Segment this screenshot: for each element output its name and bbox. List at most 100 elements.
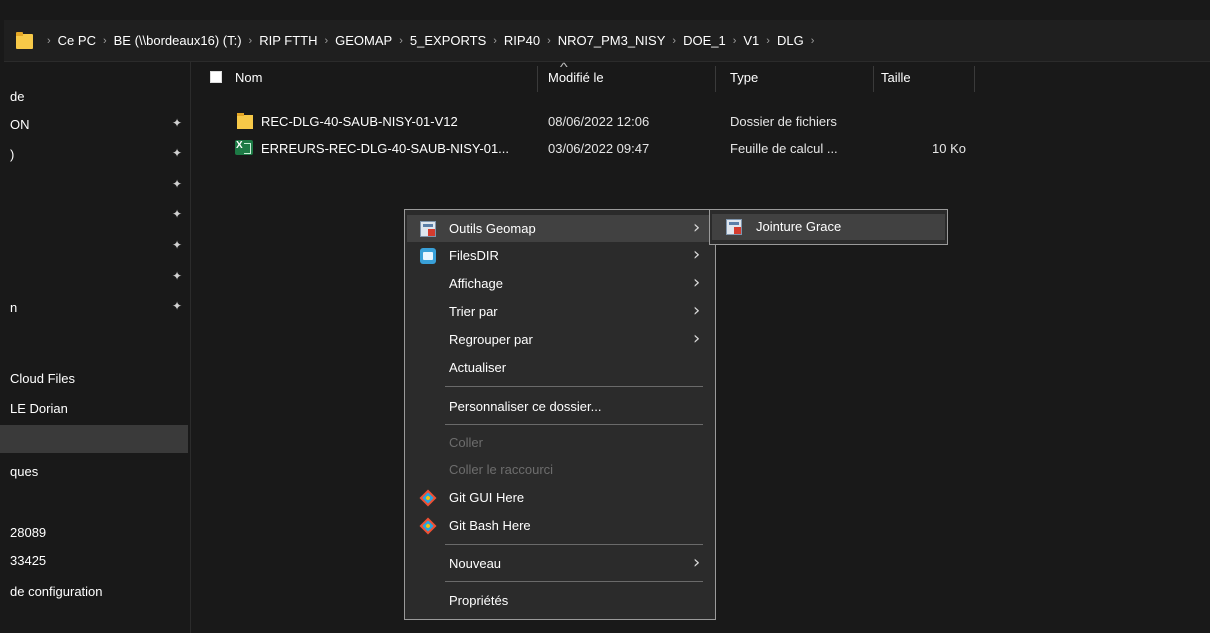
breadcrumb-drive[interactable]: BE (\\bordeaux16) (T:) <box>114 33 242 48</box>
nav-item[interactable]: n ✦ <box>0 293 188 321</box>
breadcrumb-separator[interactable]: › <box>399 35 403 47</box>
nav-item[interactable]: de <box>0 82 188 110</box>
breadcrumb-separator[interactable]: › <box>103 35 107 47</box>
nav-item-cloud-files[interactable]: Cloud Files <box>0 364 188 392</box>
nav-item-control-panel[interactable]: de configuration <box>0 577 188 605</box>
file-size: 10 Ko <box>932 141 966 156</box>
breadcrumb-geomap[interactable]: GEOMAP <box>335 33 392 48</box>
column-header-modified[interactable]: Modifié le <box>548 62 604 92</box>
nav-item-label: ques <box>10 463 39 479</box>
submenu-arrow-icon: › <box>693 217 701 238</box>
excel-file-icon <box>235 140 253 155</box>
menu-item-label: Trier par <box>449 304 498 319</box>
breadcrumb-separator[interactable]: › <box>766 35 770 47</box>
breadcrumb-separator[interactable]: › <box>733 35 737 47</box>
nav-item[interactable]: ON ✦ <box>0 110 188 138</box>
breadcrumb-nro[interactable]: NRO7_PM3_NISY <box>558 33 666 48</box>
pin-icon: ✦ <box>172 177 183 191</box>
nav-item-label: LE Dorian <box>10 400 68 416</box>
folder-icon <box>16 31 34 50</box>
file-row[interactable]: ERREURS-REC-DLG-40-SAUB-NISY-01... 03/06… <box>191 137 991 160</box>
breadcrumb-ce-pc[interactable]: Ce PC <box>58 33 96 48</box>
nav-item[interactable]: ) ✦ <box>0 140 188 168</box>
file-type: Feuille de calcul ... <box>730 141 838 156</box>
menu-item-label: Git Bash Here <box>449 518 531 533</box>
menu-item-coller[interactable]: Coller <box>407 429 713 456</box>
breadcrumb-v1[interactable]: V1 <box>743 33 759 48</box>
column-headers: ^ Nom Modifié le Type Taille <box>191 60 1210 92</box>
breadcrumb-rip-ftth[interactable]: RIP FTTH <box>259 33 317 48</box>
menu-item-affichage[interactable]: Affichage › <box>407 270 713 297</box>
menu-item-proprietes[interactable]: Propriétés <box>407 587 713 614</box>
pin-icon: ✦ <box>172 116 183 130</box>
menu-separator <box>445 581 703 582</box>
nav-item[interactable]: ✦ <box>0 201 188 229</box>
breadcrumb-exports[interactable]: 5_EXPORTS <box>410 33 486 48</box>
column-divider[interactable] <box>873 66 874 92</box>
submenu-arrow-icon: › <box>693 244 701 265</box>
nav-item-libraries[interactable]: ques <box>0 457 188 485</box>
git-icon <box>419 517 437 535</box>
column-header-name[interactable]: Nom <box>235 62 262 92</box>
folder-icon <box>237 112 254 130</box>
nav-item-user[interactable]: LE Dorian <box>0 394 188 422</box>
breadcrumb-expand-chevron[interactable]: › <box>811 35 815 47</box>
breadcrumb-separator[interactable]: › <box>324 35 328 47</box>
file-modified: 03/06/2022 09:47 <box>548 141 650 156</box>
breadcrumb-separator[interactable]: › <box>547 35 551 47</box>
breadcrumb-rip40[interactable]: RIP40 <box>504 33 540 48</box>
nav-item-drive[interactable]: 28089 <box>0 518 188 546</box>
file-name: REC-DLG-40-SAUB-NISY-01-V12 <box>261 114 458 129</box>
nav-item-label: 28089 <box>10 524 47 540</box>
nav-item-drive[interactable]: 33425 <box>0 546 188 574</box>
filesdir-icon <box>420 248 436 264</box>
menu-item-git-gui[interactable]: Git GUI Here <box>407 484 713 511</box>
menu-item-git-bash[interactable]: Git Bash Here <box>407 512 713 539</box>
breadcrumb-doe[interactable]: DOE_1 <box>683 33 726 48</box>
breadcrumb-separator[interactable]: › <box>249 35 253 47</box>
menu-item-label: Git GUI Here <box>449 490 525 505</box>
nav-item-label: Cloud Files <box>10 370 76 386</box>
nav-item-label: de <box>10 88 25 104</box>
nav-item-label: ON <box>10 116 30 132</box>
column-divider[interactable] <box>537 66 538 92</box>
menu-item-coller-raccourci[interactable]: Coller le raccourci <box>407 456 713 483</box>
select-all-checkbox[interactable] <box>210 71 222 83</box>
submenu-arrow-icon: › <box>693 328 701 349</box>
menu-item-outils-geomap[interactable]: Outils Geomap › <box>407 215 713 242</box>
git-icon <box>419 489 437 507</box>
pin-icon: ✦ <box>172 238 183 252</box>
column-header-type[interactable]: Type <box>730 62 758 92</box>
submenu-arrow-icon: › <box>693 300 701 321</box>
menu-item-label: Coller le raccourci <box>449 462 554 477</box>
nav-item[interactable]: ✦ <box>0 263 188 291</box>
column-divider[interactable] <box>974 66 975 92</box>
column-header-size[interactable]: Taille <box>881 62 911 92</box>
breadcrumb-dlg[interactable]: DLG <box>777 33 804 48</box>
nav-item[interactable]: ✦ <box>0 171 188 199</box>
address-bar[interactable]: › Ce PC › BE (\\bordeaux16) (T:) › RIP F… <box>4 20 1210 62</box>
menu-item-label: Affichage <box>449 276 503 291</box>
file-row[interactable]: REC-DLG-40-SAUB-NISY-01-V12 08/06/2022 1… <box>191 110 991 133</box>
pin-icon: ✦ <box>172 299 183 313</box>
submenu-arrow-icon: › <box>693 552 701 573</box>
submenu-outils-geomap: Jointure Grace <box>709 209 948 245</box>
breadcrumb-separator: › <box>47 34 51 47</box>
menu-item-personnaliser[interactable]: Personnaliser ce dossier... <box>407 393 713 420</box>
menu-item-regrouper-par[interactable]: Regrouper par › <box>407 326 713 353</box>
breadcrumb-separator[interactable]: › <box>672 35 676 47</box>
menu-separator <box>445 386 703 387</box>
menu-item-actualiser[interactable]: Actualiser <box>407 354 713 381</box>
breadcrumb-separator[interactable]: › <box>493 35 497 47</box>
geomap-tool-icon <box>726 219 742 235</box>
nav-item-selected[interactable] <box>0 425 188 453</box>
column-divider[interactable] <box>715 66 716 92</box>
menu-item-jointure-grace[interactable]: Jointure Grace <box>712 214 945 240</box>
menu-item-label: Regrouper par <box>449 332 533 347</box>
menu-item-trier-par[interactable]: Trier par › <box>407 298 713 325</box>
nav-item[interactable]: ✦ <box>0 232 188 260</box>
menu-item-nouveau[interactable]: Nouveau › <box>407 550 713 577</box>
menu-item-filesdir[interactable]: FilesDIR › <box>407 242 713 269</box>
nav-item-label: de configuration <box>10 583 103 599</box>
context-menu: Outils Geomap › FilesDIR › Affichage › T… <box>404 209 716 620</box>
